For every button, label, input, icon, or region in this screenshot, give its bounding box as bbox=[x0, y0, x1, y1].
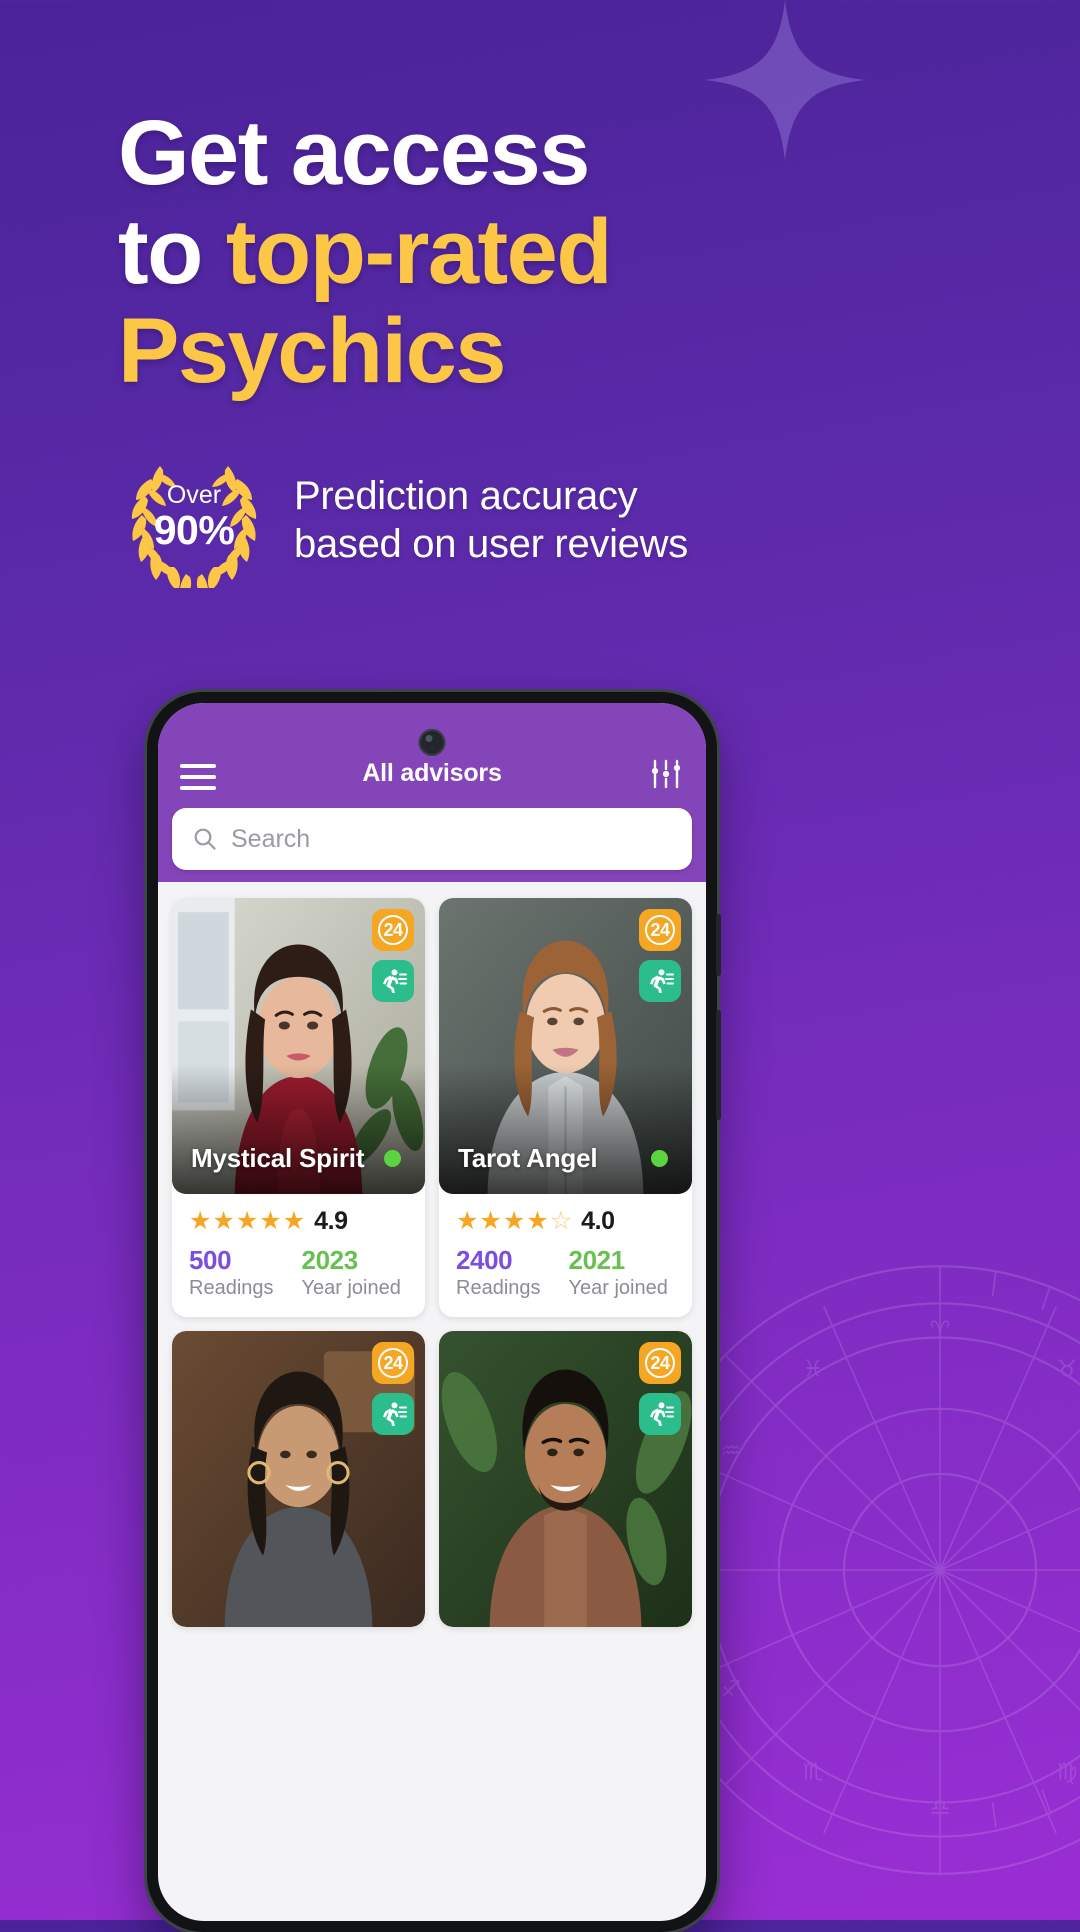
rating-value: 4.0 bbox=[581, 1207, 615, 1236]
advisor-badges: 24 bbox=[639, 909, 681, 1002]
fast-response-runner-icon bbox=[639, 1393, 681, 1435]
year-joined-label: Year joined bbox=[302, 1277, 401, 1300]
page-title: Get access to top-rated Psychics bbox=[118, 104, 838, 401]
badge-over-label: Over bbox=[167, 482, 221, 509]
readings-label: Readings bbox=[456, 1277, 541, 1300]
readings-value: 500 bbox=[189, 1245, 274, 1276]
search-placeholder: Search bbox=[231, 825, 310, 854]
photo-gradient-overlay bbox=[172, 1064, 425, 1194]
svg-text:♐: ♐ bbox=[720, 1676, 741, 1703]
availability-24h-badge: 24 bbox=[372, 1342, 414, 1384]
fast-response-runner-icon bbox=[372, 960, 414, 1002]
search-bar-container: Search bbox=[158, 808, 706, 882]
stats-row: 2400 Readings 2021 Year joined bbox=[456, 1245, 675, 1300]
advisor-photo: 24 bbox=[439, 898, 692, 1194]
readings-stat: 500 Readings bbox=[189, 1245, 274, 1300]
accuracy-subtitle-line-1: Prediction accuracy bbox=[294, 472, 688, 520]
readings-value: 2400 bbox=[456, 1245, 541, 1276]
star-rating: ★★★★★ bbox=[189, 1209, 305, 1234]
advisor-card[interactable]: 24 bbox=[172, 1331, 425, 1627]
badge-hours-label: 24 bbox=[378, 1348, 408, 1378]
advisor-badges: 24 bbox=[639, 1342, 681, 1435]
accuracy-callout: Over 90% Prediction accuracy based on us… bbox=[120, 452, 688, 588]
svg-text:♉: ♉ bbox=[1057, 1355, 1078, 1382]
rating-row: ★★★★☆ 4.0 bbox=[456, 1207, 675, 1236]
headline-line-2-plain: to bbox=[118, 201, 226, 303]
svg-text:♍: ♍ bbox=[1057, 1758, 1078, 1785]
year-joined-value: 2021 bbox=[569, 1245, 668, 1276]
availability-24h-badge: 24 bbox=[639, 909, 681, 951]
advisor-name: Tarot Angel bbox=[458, 1143, 597, 1174]
phone-volume-button bbox=[716, 914, 721, 976]
sliders-filter-icon[interactable] bbox=[648, 758, 684, 790]
advisor-card[interactable]: 24 bbox=[172, 898, 425, 1317]
badge-hours-label: 24 bbox=[645, 1348, 675, 1378]
rating-value: 4.9 bbox=[314, 1207, 348, 1236]
search-icon bbox=[192, 826, 218, 852]
fast-response-runner-icon bbox=[639, 960, 681, 1002]
headline-line-1: Get access bbox=[118, 102, 589, 204]
advisor-photo: 24 bbox=[172, 898, 425, 1194]
advisor-card[interactable]: 24 bbox=[439, 1331, 692, 1627]
stats-row: 500 Readings 2023 Year joined bbox=[189, 1245, 408, 1300]
star-rating: ★★★★☆ bbox=[456, 1209, 572, 1234]
advisor-badges: 24 bbox=[372, 909, 414, 1002]
phone-power-button bbox=[716, 1010, 721, 1120]
year-joined-value: 2023 bbox=[302, 1245, 401, 1276]
year-joined-stat: 2021 Year joined bbox=[569, 1245, 668, 1300]
advisor-stats: ★★★★★ 4.9 500 Readings 2023 Year joined bbox=[172, 1194, 425, 1317]
accuracy-subtitle-line-2: based on user reviews bbox=[294, 520, 688, 568]
advisor-photo: 24 bbox=[439, 1331, 692, 1627]
online-status-dot bbox=[651, 1150, 668, 1167]
svg-text:♒: ♒ bbox=[720, 1437, 741, 1464]
photo-gradient-overlay bbox=[439, 1064, 692, 1194]
readings-stat: 2400 Readings bbox=[456, 1245, 541, 1300]
app-bar: All advisors bbox=[158, 703, 706, 808]
advisor-name: Mystical Spirit bbox=[191, 1143, 364, 1174]
svg-text:♎: ♎ bbox=[930, 1794, 951, 1821]
headline-line-3-accent: Psychics bbox=[118, 300, 505, 402]
availability-24h-badge: 24 bbox=[372, 909, 414, 951]
phone-mockup: All advisors bbox=[147, 692, 717, 1932]
app-bar-title: All advisors bbox=[216, 759, 648, 790]
accuracy-subtitle: Prediction accuracy based on user review… bbox=[294, 472, 688, 568]
rating-row: ★★★★★ 4.9 bbox=[189, 1207, 408, 1236]
fast-response-runner-icon bbox=[372, 1393, 414, 1435]
hamburger-menu-icon[interactable] bbox=[180, 764, 216, 790]
year-joined-label: Year joined bbox=[569, 1277, 668, 1300]
advisor-card-grid: 24 bbox=[158, 882, 706, 1627]
badge-hours-label: 24 bbox=[378, 915, 408, 945]
year-joined-stat: 2023 Year joined bbox=[302, 1245, 401, 1300]
phone-screen: All advisors bbox=[158, 703, 706, 1921]
headline-line-2-accent: top-rated bbox=[226, 201, 611, 303]
advisor-photo: 24 bbox=[172, 1331, 425, 1627]
svg-text:♓: ♓ bbox=[802, 1355, 823, 1382]
svg-text:♈: ♈ bbox=[930, 1317, 951, 1344]
badge-percent-value: 90% bbox=[154, 509, 235, 552]
advisor-badges: 24 bbox=[372, 1342, 414, 1435]
svg-text:♏: ♏ bbox=[802, 1758, 823, 1785]
laurel-wreath-badge: Over 90% bbox=[120, 452, 268, 588]
advisor-card[interactable]: 24 bbox=[439, 898, 692, 1317]
readings-label: Readings bbox=[189, 1277, 274, 1300]
front-camera bbox=[419, 729, 446, 756]
online-status-dot bbox=[384, 1150, 401, 1167]
search-input[interactable]: Search bbox=[172, 808, 692, 870]
availability-24h-badge: 24 bbox=[639, 1342, 681, 1384]
advisor-stats: ★★★★☆ 4.0 2400 Readings 2021 Year joined bbox=[439, 1194, 692, 1317]
badge-hours-label: 24 bbox=[645, 915, 675, 945]
